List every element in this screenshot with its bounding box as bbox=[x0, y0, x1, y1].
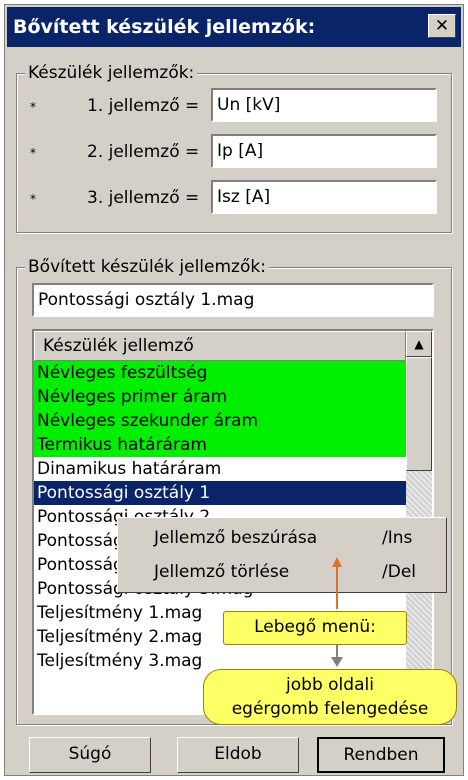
annotation-arrows bbox=[331, 557, 343, 667]
right-click-hint-callout: jobb oldali egérgomb felengedése bbox=[203, 669, 457, 725]
floating-menu-callout: Lebegő menü: bbox=[223, 611, 407, 645]
ok-button[interactable]: Rendben bbox=[317, 737, 445, 773]
down-arrow-icon bbox=[331, 643, 343, 667]
discard-button[interactable]: Eldob bbox=[177, 737, 299, 773]
dialog-window: Bővített készülék jellemzők: ✕ Készülék … bbox=[4, 4, 464, 776]
hint-line-1: jobb oldali bbox=[286, 675, 374, 695]
help-button[interactable]: Súgó bbox=[29, 737, 151, 773]
up-arrow-icon bbox=[332, 557, 342, 609]
hint-line-2: egérgomb felengedése bbox=[231, 699, 429, 719]
